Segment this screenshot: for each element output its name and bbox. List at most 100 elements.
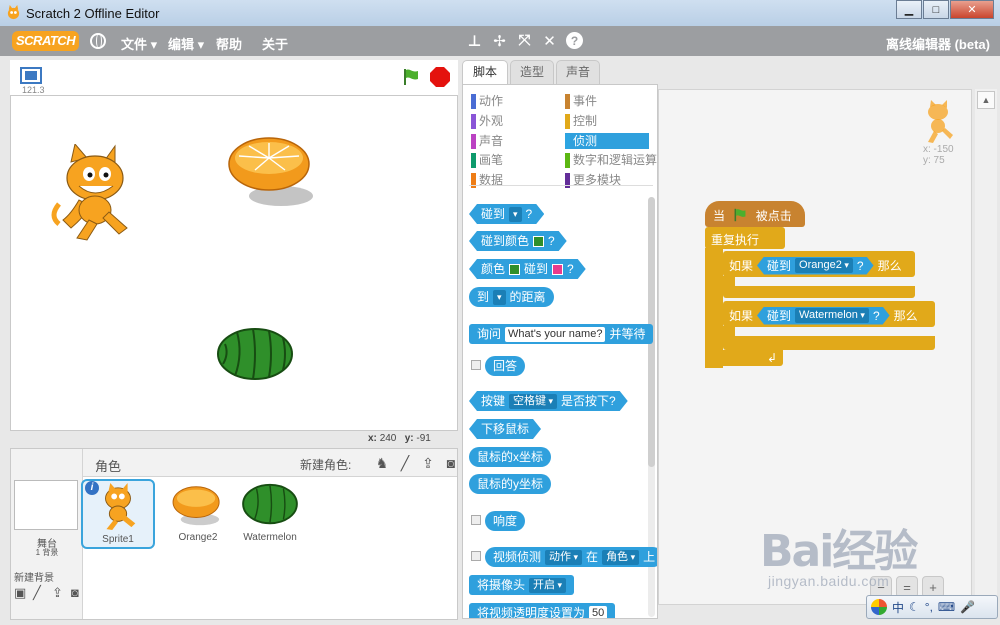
block-video-transparency[interactable]: 将视频透明度设置为 50 <box>469 603 616 618</box>
loop-arrow-icon: ↲ <box>766 351 777 365</box>
block-mouse-y[interactable]: 鼠标的y坐标 <box>469 474 552 494</box>
category-events[interactable]: 事件 <box>565 93 597 109</box>
ask-input[interactable]: What's your name? <box>505 326 606 342</box>
stage-canvas[interactable] <box>10 95 458 431</box>
video-attr-dropdown[interactable]: 动作 <box>545 549 583 565</box>
ime-logo-icon <box>871 599 887 615</box>
category-control[interactable]: 控制 <box>565 113 597 129</box>
minimize-button[interactable]: ▁ <box>896 0 922 19</box>
tab-costumes[interactable]: 造型 <box>510 60 554 84</box>
close-button[interactable]: ✕ <box>950 0 994 19</box>
paint-sprite-icon[interactable]: ╱ <box>396 454 414 472</box>
camera-backdrop-icon[interactable]: ◙ <box>71 585 86 601</box>
sprite-name: Sprite1 <box>102 534 134 545</box>
scratch-cat-icon <box>7 5 20 20</box>
block-turn-video[interactable]: 将摄像头 开启 <box>469 575 575 595</box>
script-scrollbar[interactable]: ▲ <box>975 89 997 605</box>
loudness-checkbox[interactable] <box>471 515 481 525</box>
video-state-dropdown[interactable]: 开启 <box>529 577 567 593</box>
sprite-library-icon[interactable]: ♞ <box>373 454 391 472</box>
block-key-pressed[interactable]: 按键空格键是否按下? <box>469 391 628 411</box>
cut-scissors-icon[interactable]: ✢ <box>491 32 508 50</box>
menu-file[interactable]: 文件 ▾ <box>121 34 157 53</box>
if-end <box>723 286 915 298</box>
if-block[interactable]: 如果 碰到Orange2? 那么 <box>723 251 915 277</box>
touching-condition[interactable]: 碰到Watermelon? <box>757 307 890 325</box>
sprite-tile[interactable]: Orange2 <box>161 479 235 543</box>
if-end <box>723 336 935 350</box>
version-label: 121.3 <box>22 85 45 95</box>
tab-sounds[interactable]: 声音 <box>556 60 600 84</box>
block-touching-color[interactable]: 碰到颜色? <box>469 231 567 251</box>
block-mouse-x[interactable]: 鼠标的x坐标 <box>469 447 552 467</box>
color-swatch[interactable] <box>509 264 520 275</box>
duplicate-stamp-icon[interactable]: ⊥ <box>466 32 483 50</box>
block-distance[interactable]: 到的距离 <box>469 287 554 307</box>
orange-sprite[interactable] <box>227 134 317 212</box>
paint-backdrop-icon[interactable]: ╱ <box>33 585 48 601</box>
menu-bar: SCRATCH 文件 ▾ 编辑 ▾ 帮助 关于 ⊥ ✢ ⤧ ✕ ? 离线编辑器 … <box>0 26 1000 56</box>
category-sound[interactable]: 声音 <box>471 133 503 149</box>
keyboard-icon[interactable]: ⌨ <box>938 600 955 614</box>
microphone-icon[interactable]: 🎤 <box>960 600 975 614</box>
shrink-icon[interactable]: ✕ <box>541 32 558 50</box>
category-motion[interactable]: 动作 <box>471 93 503 109</box>
video-target-dropdown[interactable]: 角色 <box>602 549 640 565</box>
punctuation-icon[interactable]: °, <box>925 600 933 614</box>
sprite-tile[interactable]: i Sprite1 <box>81 479 155 549</box>
upload-backdrop-icon[interactable]: ⇪ <box>52 585 67 601</box>
block-mouse-down[interactable]: 下移鼠标 <box>469 419 541 439</box>
watermelon-sprite[interactable] <box>215 326 295 382</box>
touching-target-dropdown[interactable]: Watermelon <box>795 308 869 323</box>
forever-block[interactable]: 重复执行 <box>705 227 785 249</box>
fullscreen-icon[interactable] <box>20 67 42 84</box>
block-video-on[interactable]: 视频侦测动作在角色上 <box>485 547 657 567</box>
touching-target-dropdown[interactable]: Orange2 <box>795 258 853 273</box>
sprite-header: 角色 新建角色: ♞ ╱ ⇪ ◙ <box>83 449 457 477</box>
touching-dropdown[interactable] <box>509 207 522 222</box>
color-swatch[interactable] <box>552 264 563 275</box>
block-loudness[interactable]: 响度 <box>485 511 526 531</box>
ime-toolbar[interactable]: 中 ☾ °, ⌨ 🎤 <box>866 595 998 619</box>
sprite-position: x: -150 y: 75 <box>923 144 954 166</box>
scratch-logo[interactable]: SCRATCH <box>12 31 80 51</box>
menu-about[interactable]: 关于 <box>262 34 288 53</box>
category-operators[interactable]: 数字和逻辑运算 <box>565 152 657 168</box>
help-icon[interactable]: ? <box>566 32 583 49</box>
maximize-button[interactable]: □ <box>923 0 949 19</box>
globe-icon[interactable] <box>90 33 106 49</box>
key-dropdown[interactable]: 空格键 <box>509 394 557 409</box>
transparency-input[interactable]: 50 <box>589 605 608 618</box>
tab-scripts[interactable]: 脚本 <box>462 60 508 85</box>
menu-edit[interactable]: 编辑 ▾ <box>168 34 204 53</box>
category-pen[interactable]: 画笔 <box>471 152 503 168</box>
block-answer[interactable]: 回答 <box>485 356 526 376</box>
when-flag-clicked-block[interactable]: 当 被点击 <box>705 201 805 227</box>
if-block[interactable]: 如果 碰到Watermelon? 那么 <box>723 301 935 327</box>
block-ask[interactable]: 询问 What's your name? 并等待 <box>469 324 654 344</box>
category-looks[interactable]: 外观 <box>471 113 503 129</box>
info-icon[interactable]: i <box>85 481 99 495</box>
menu-help[interactable]: 帮助 <box>216 34 242 53</box>
backdrop-library-icon[interactable]: ▣ <box>14 585 29 601</box>
block-touching[interactable]: 碰到? <box>469 204 544 224</box>
answer-checkbox[interactable] <box>471 360 481 370</box>
color-swatch[interactable] <box>533 236 544 247</box>
video-checkbox[interactable] <box>471 551 481 561</box>
sprite-tile[interactable]: Watermelon <box>233 479 307 543</box>
touching-condition[interactable]: 碰到Orange2? <box>757 257 874 275</box>
cat-sprite[interactable] <box>49 144 141 244</box>
stop-icon[interactable] <box>430 67 450 87</box>
block-color-touching[interactable]: 颜色 碰到? <box>469 259 586 279</box>
moon-icon[interactable]: ☾ <box>909 600 920 614</box>
grow-icon[interactable]: ⤧ <box>516 32 533 49</box>
ime-language[interactable]: 中 <box>892 599 904 616</box>
green-flag-icon[interactable] <box>402 68 420 86</box>
scroll-up-icon[interactable]: ▲ <box>977 91 995 109</box>
category-sensing[interactable]: 侦测 <box>565 133 649 149</box>
distance-dropdown[interactable] <box>493 289 506 305</box>
upload-sprite-icon[interactable]: ⇪ <box>419 454 437 472</box>
stage-thumbnail[interactable] <box>14 480 78 530</box>
camera-sprite-icon[interactable]: ◙ <box>442 454 460 472</box>
forever-end: ↲ <box>705 350 783 366</box>
